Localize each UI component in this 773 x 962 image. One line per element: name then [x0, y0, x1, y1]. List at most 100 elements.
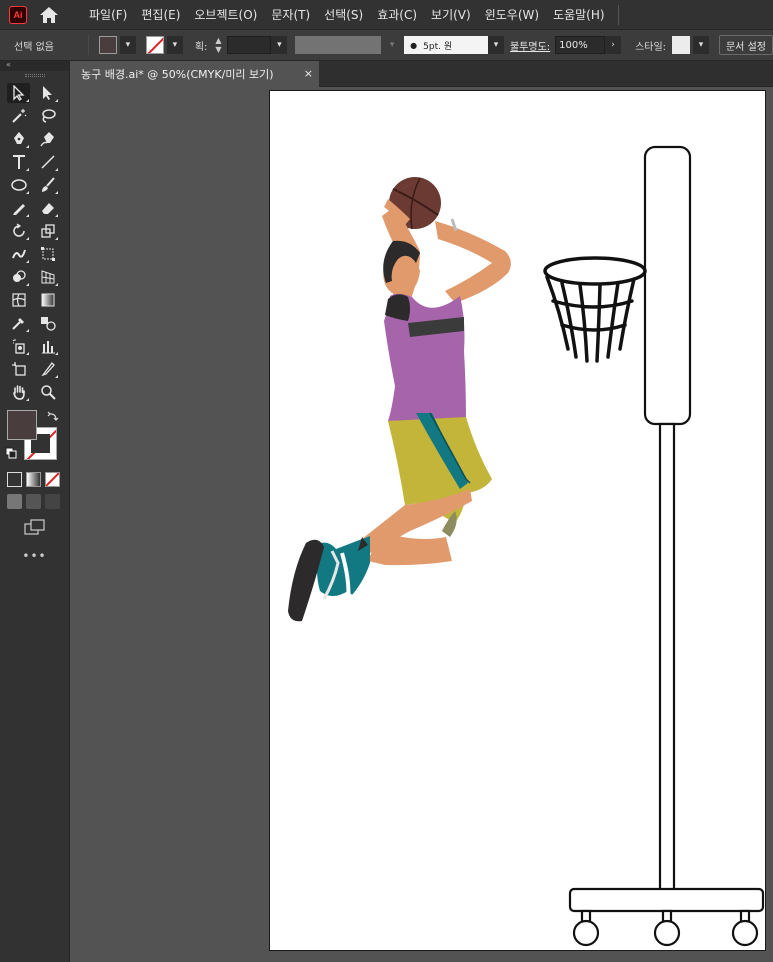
close-tab-icon[interactable]: × — [304, 67, 313, 80]
selection-tool-icon[interactable] — [7, 83, 30, 103]
fill-stroke-controls — [0, 410, 69, 470]
fill-swatch[interactable] — [98, 36, 117, 54]
free-transform-tool-icon[interactable] — [36, 244, 59, 264]
fill-color-box[interactable] — [7, 410, 37, 440]
draw-inside-button[interactable] — [45, 494, 60, 509]
curvature-tool-icon[interactable] — [36, 129, 59, 149]
brush-definition-label: 5pt. 원 — [423, 41, 453, 52]
shape-builder-tool-icon[interactable] — [7, 267, 30, 287]
edit-toolbar-icon[interactable]: ••• — [0, 549, 69, 563]
pencil-tool-icon[interactable] — [7, 198, 30, 218]
line-tool-icon[interactable] — [36, 152, 59, 172]
screen-mode-icon[interactable] — [24, 519, 46, 535]
document-tab-title: 농구 배경.ai* @ 50%(CMYK/미리 보기) — [81, 68, 274, 81]
draw-behind-button[interactable] — [26, 494, 41, 509]
brush-dot-icon: ● — [410, 40, 418, 50]
artwork[interactable] — [270, 91, 766, 951]
color-mode-buttons — [0, 472, 69, 487]
direct-selection-tool-icon[interactable] — [36, 83, 59, 103]
gradient-mode-button[interactable] — [26, 472, 41, 487]
wheel-right — [731, 919, 759, 947]
menu-help[interactable]: 도움말(H) — [546, 6, 612, 23]
menu-effect[interactable]: 효과(C) — [370, 6, 424, 23]
wheel-middle — [653, 919, 681, 947]
tools-panel: « ••• — [0, 60, 70, 962]
pen-tool-icon[interactable] — [7, 129, 30, 149]
opacity-label[interactable]: 불투명도: — [510, 38, 550, 53]
none-mode-button[interactable] — [45, 472, 60, 487]
eyedropper-tool-icon[interactable] — [7, 313, 30, 333]
ellipse-tool-icon[interactable] — [7, 175, 30, 195]
color-mode-button[interactable] — [7, 472, 22, 487]
collapse-panel-icon[interactable]: « — [6, 60, 11, 69]
zoom-tool-icon[interactable] — [36, 382, 59, 402]
perspective-grid-tool-icon[interactable] — [36, 267, 59, 287]
graphic-style-swatch[interactable] — [672, 36, 691, 54]
document-setup-button[interactable]: 문서 설정 — [718, 35, 773, 55]
scale-tool-icon[interactable] — [36, 221, 59, 241]
brush-chevron-icon[interactable]: ▾ — [488, 36, 504, 54]
document-tab-bar: 농구 배경.ai* @ 50%(CMYK/미리 보기) × — [71, 61, 773, 87]
canvas-area[interactable] — [71, 88, 773, 962]
menu-file[interactable]: 파일(F) — [82, 6, 134, 23]
warp-tool-icon[interactable] — [7, 244, 30, 264]
stroke-swatch[interactable] — [145, 36, 164, 54]
panel-grip[interactable] — [24, 74, 45, 77]
artboard[interactable] — [269, 90, 766, 951]
type-tool-icon[interactable] — [7, 152, 30, 172]
stroke-weight-chevron-icon[interactable]: ▾ — [271, 36, 288, 54]
document-setup-label: 문서 설정 — [725, 41, 766, 53]
stroke-weight-label: 획: — [194, 41, 208, 53]
column-graph-tool-icon[interactable] — [36, 336, 59, 356]
menu-view[interactable]: 보기(V) — [424, 6, 478, 23]
fill-dropdown-chevron-icon[interactable]: ▾ — [119, 36, 136, 54]
blend-tool-icon[interactable] — [36, 313, 59, 333]
brush-definition[interactable]: ● 5pt. 원 — [404, 36, 489, 54]
lasso-tool-icon[interactable] — [36, 106, 59, 126]
default-fill-stroke-icon[interactable] — [5, 447, 17, 459]
variable-width-profile[interactable] — [295, 36, 382, 54]
home-icon[interactable] — [38, 5, 60, 25]
graphic-style-chevron-icon[interactable]: ▾ — [693, 36, 709, 54]
rotate-tool-icon[interactable] — [7, 221, 30, 241]
stroke-dropdown-chevron-icon[interactable]: ▾ — [166, 36, 183, 54]
menu-edit[interactable]: 편집(E) — [134, 6, 187, 23]
profile-chevron-icon[interactable]: ▾ — [384, 36, 401, 54]
backboard — [643, 145, 692, 426]
menu-bar: Ai 파일(F) 편집(E) 오브젝트(O) 문자(T) 선택(S) 효과(C)… — [0, 0, 773, 30]
paintbrush-tool-icon[interactable] — [36, 175, 59, 195]
basketball-hoop — [543, 256, 647, 363]
draw-normal-button[interactable] — [7, 494, 22, 509]
swap-fill-stroke-icon[interactable] — [47, 411, 59, 423]
control-bar: 선택 없음 ▾ ▾ 획: ▲ ▼ ▾ ▾ ● 5pt. 원 ▾ 불투명도: 100… — [0, 30, 773, 61]
eraser-tool-icon[interactable] — [36, 198, 59, 218]
menu-divider — [617, 4, 619, 25]
drawing-mode-buttons — [0, 494, 69, 509]
menu-type[interactable]: 문자(T) — [264, 6, 317, 23]
menu-object[interactable]: 오브젝트(O) — [187, 6, 264, 23]
opacity-chevron-icon[interactable]: › — [605, 36, 622, 54]
magic-wand-tool-icon[interactable] — [7, 106, 30, 126]
stroke-weight-spinner-icon[interactable]: ▲ ▼ — [211, 36, 225, 54]
symbol-sprayer-tool-icon[interactable] — [7, 336, 30, 356]
gradient-tool-icon[interactable] — [36, 290, 59, 310]
basketball-player — [288, 177, 511, 622]
basketball-stand — [568, 145, 765, 947]
artboard-tool-icon[interactable] — [7, 359, 30, 379]
document-tab[interactable]: 농구 배경.ai* @ 50%(CMYK/미리 보기) × — [71, 61, 319, 87]
slice-tool-icon[interactable] — [36, 359, 59, 379]
stand-base — [568, 887, 765, 913]
menu-window[interactable]: 윈도우(W) — [478, 6, 546, 23]
hand-tool-icon[interactable] — [7, 382, 30, 402]
selection-label: 선택 없음 — [14, 41, 54, 53]
menu-select[interactable]: 선택(S) — [317, 6, 370, 23]
app-logo: Ai — [9, 5, 27, 24]
style-label: 스타일: — [635, 41, 667, 53]
control-divider — [87, 35, 89, 55]
opacity-field[interactable]: 100% — [555, 36, 606, 54]
menu-items: 파일(F) 편집(E) 오브젝트(O) 문자(T) 선택(S) 효과(C) 보기… — [82, 6, 612, 23]
stand-pole — [658, 422, 676, 904]
tool-grid — [0, 83, 69, 402]
stroke-weight-field[interactable] — [227, 36, 272, 54]
mesh-tool-icon[interactable] — [7, 290, 30, 310]
